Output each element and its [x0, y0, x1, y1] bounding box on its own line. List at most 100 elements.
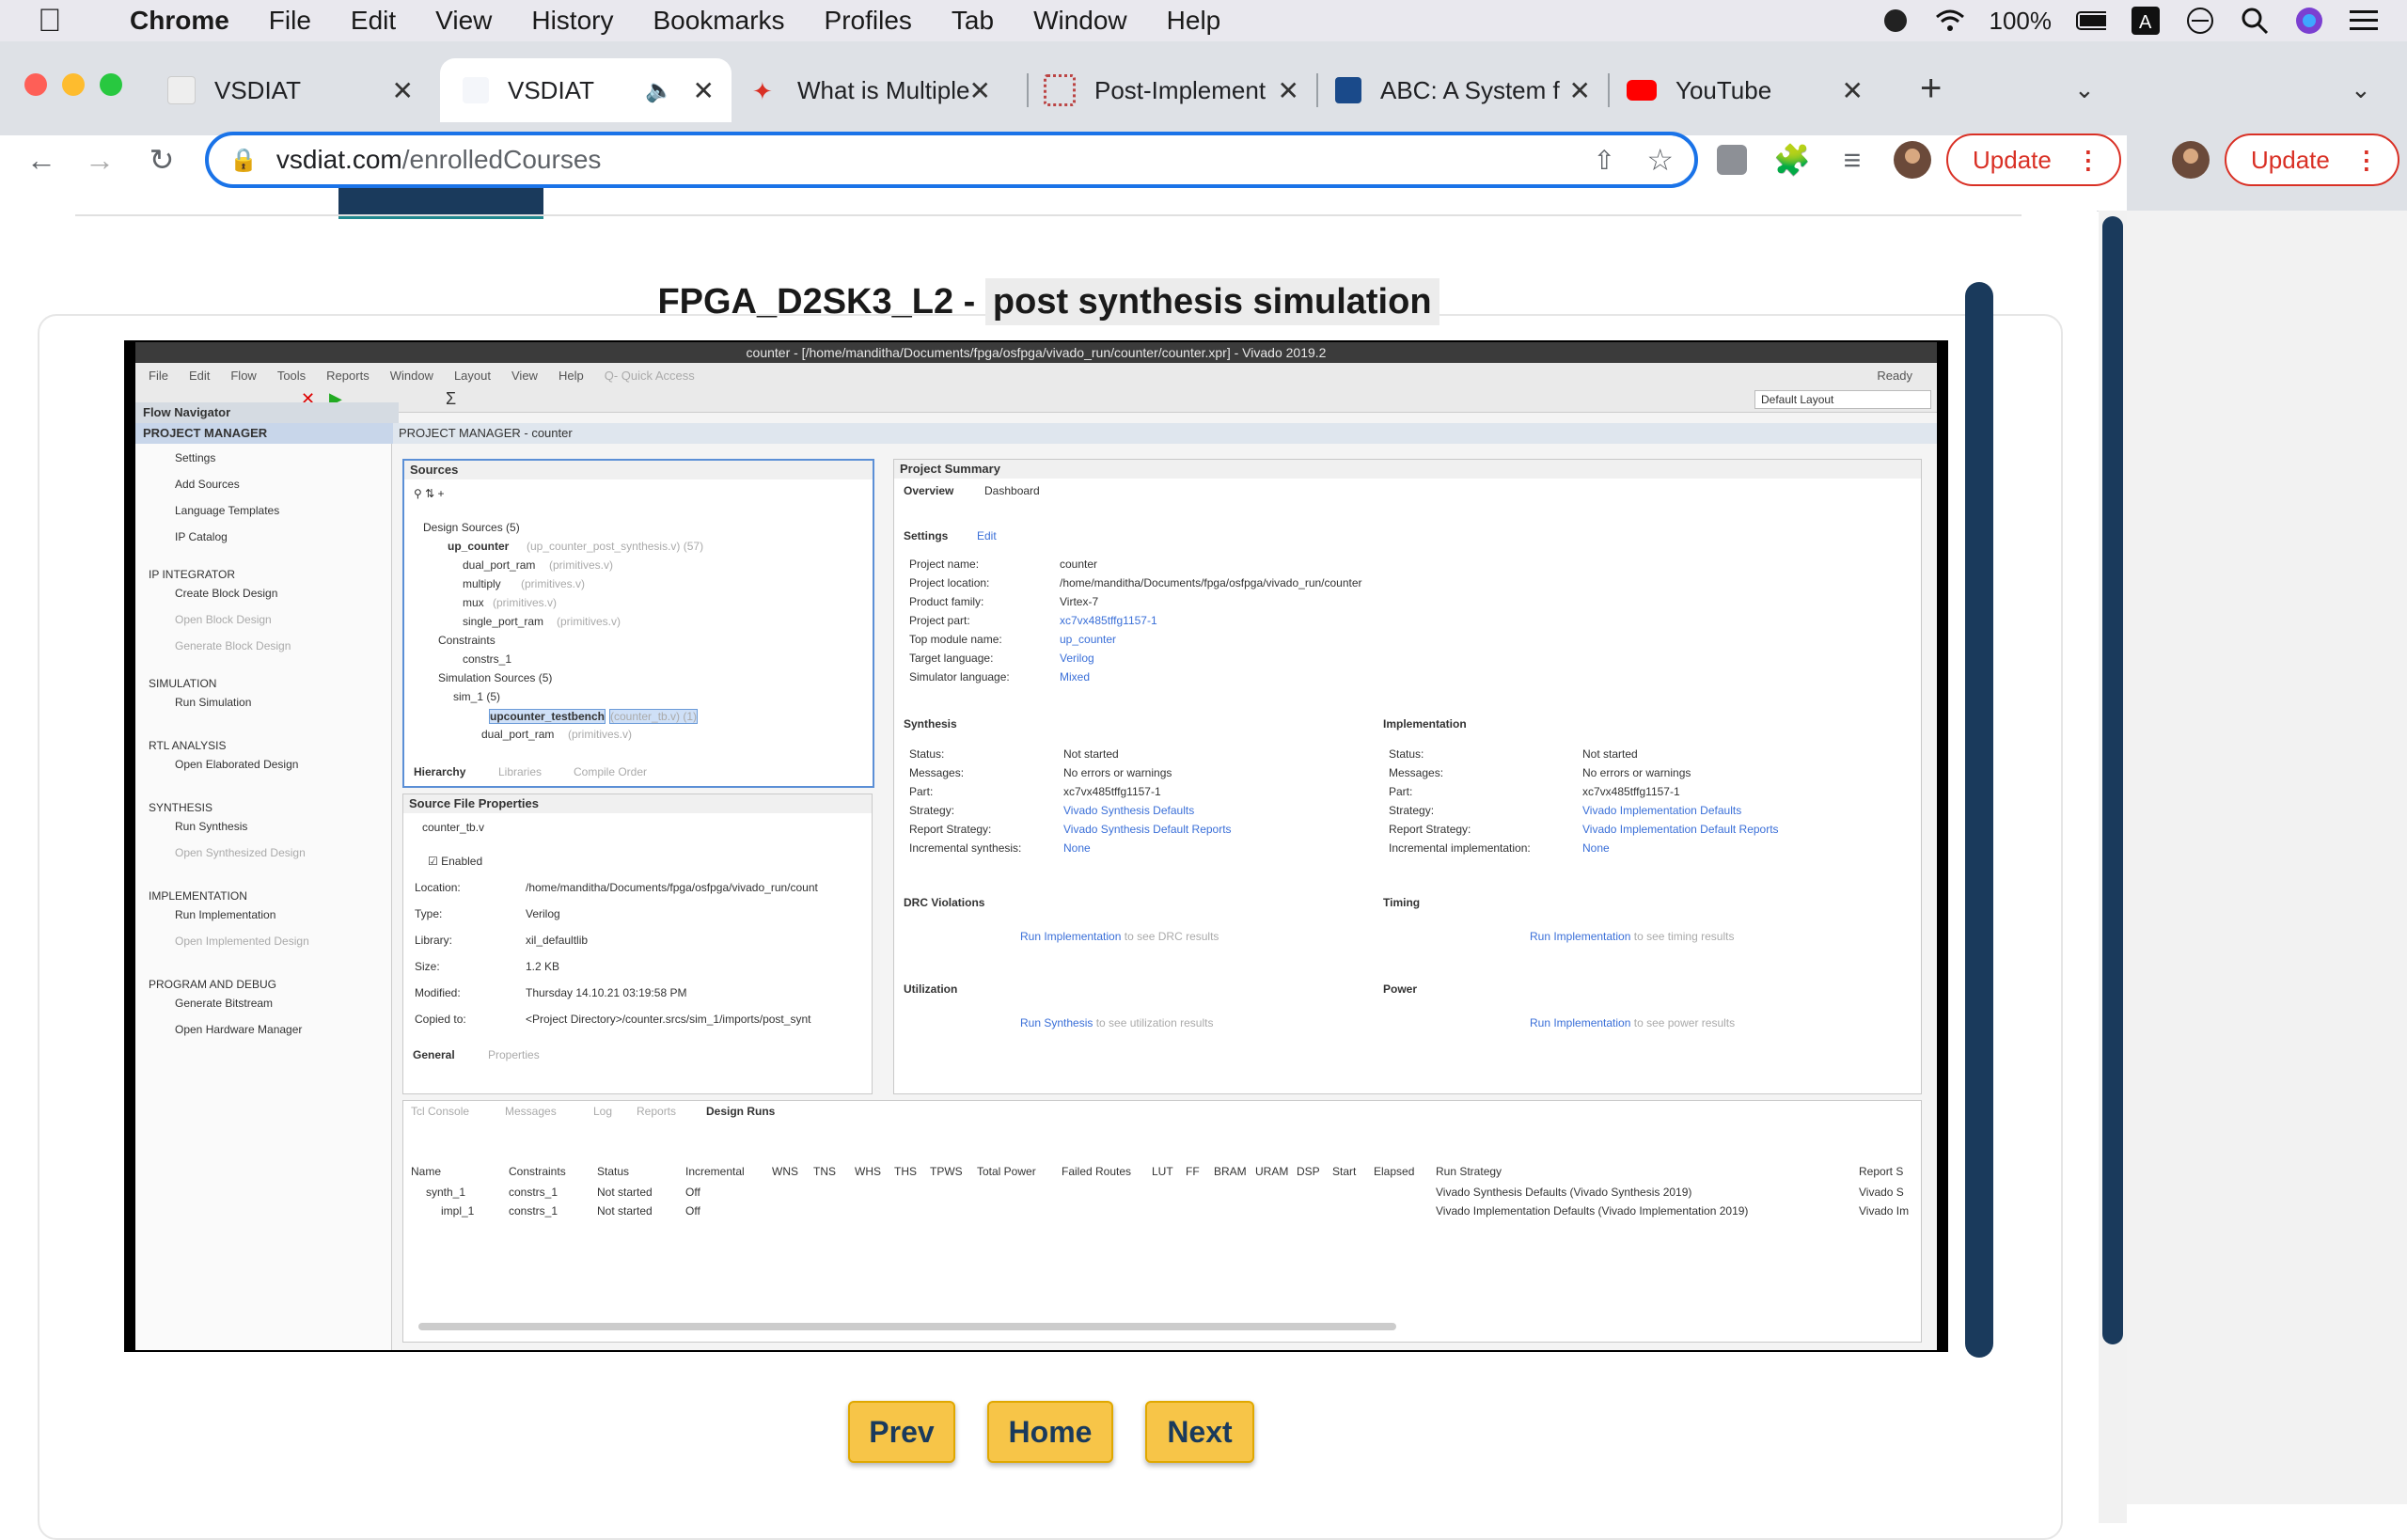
- profile-avatar-2[interactable]: [2172, 141, 2210, 179]
- impl-incremental-link[interactable]: None: [1582, 841, 1610, 855]
- menu-view[interactable]: View: [435, 6, 492, 36]
- extension-icon[interactable]: [1713, 141, 1751, 179]
- fn-language-templates[interactable]: Language Templates: [175, 504, 279, 517]
- vivado-menu-file[interactable]: File: [149, 369, 168, 383]
- fn-run-synthesis[interactable]: Run Synthesis: [175, 820, 247, 833]
- vivado-quick-access[interactable]: Q- Quick Access: [605, 369, 695, 383]
- tab-youtube[interactable]: YouTube ✕: [1627, 58, 1880, 122]
- close-tab-icon[interactable]: ✕: [693, 75, 715, 106]
- settings-edit-link[interactable]: Edit: [977, 529, 997, 542]
- util-run-synthesis-link[interactable]: Run Synthesis: [1020, 1016, 1093, 1029]
- extensions-puzzle-icon[interactable]: 🧩: [1773, 141, 1811, 179]
- input-source-icon[interactable]: A: [2131, 6, 2161, 36]
- fn-generate-block-design[interactable]: Generate Block Design: [175, 639, 291, 652]
- source-single-port-ram[interactable]: single_port_ram: [463, 615, 543, 628]
- synth-report-strategy-link[interactable]: Vivado Synthesis Default Reports: [1063, 823, 1232, 836]
- wifi-icon[interactable]: [1935, 6, 1965, 36]
- fn-section-project-manager[interactable]: PROJECT MANAGER: [135, 423, 399, 444]
- sfp-enabled-checkbox[interactable]: ☑ Enabled: [428, 855, 482, 868]
- sfp-library[interactable]: xil_defaultlib: [526, 934, 588, 947]
- profile-avatar[interactable]: [1894, 141, 1931, 179]
- tab-dashboard[interactable]: Dashboard: [984, 484, 1040, 497]
- tab-general[interactable]: General: [413, 1048, 455, 1061]
- menu-edit[interactable]: Edit: [351, 6, 396, 36]
- top-module-node[interactable]: up_counter: [448, 540, 509, 553]
- vivado-menu-view[interactable]: View: [511, 369, 538, 383]
- menu-history[interactable]: History: [531, 6, 613, 36]
- tab-overview[interactable]: Overview: [904, 484, 953, 497]
- tab-hierarchy[interactable]: Hierarchy: [414, 765, 465, 778]
- reload-icon[interactable]: ↻: [143, 141, 181, 179]
- fn-section-rtl-analysis[interactable]: RTL ANALYSIS: [149, 739, 226, 752]
- control-center-icon[interactable]: [2349, 6, 2379, 36]
- close-tab-icon[interactable]: ✕: [969, 75, 991, 106]
- simulation-sources-node[interactable]: Simulation Sources (5): [438, 671, 552, 684]
- testbench-node[interactable]: upcounter_testbench: [489, 709, 606, 724]
- vivado-menu-flow[interactable]: Flow: [230, 369, 256, 383]
- more-menu-icon[interactable]: ⋮: [2354, 146, 2379, 175]
- tab-vsdiat-1[interactable]: VSDIAT ✕: [167, 58, 431, 122]
- bookmark-star-icon[interactable]: ☆: [1646, 142, 1674, 178]
- vivado-menu-reports[interactable]: Reports: [326, 369, 370, 383]
- battery-icon[interactable]: [2076, 6, 2106, 36]
- back-arrow-icon[interactable]: ←: [23, 141, 60, 179]
- tab-multiple[interactable]: ✦ What is Multiple ✕: [752, 58, 1008, 122]
- fn-section-ip-integrator[interactable]: IP INTEGRATOR: [149, 568, 235, 581]
- evernote-icon[interactable]: [1880, 6, 1911, 36]
- fn-generate-bitstream[interactable]: Generate Bitstream: [175, 997, 273, 1010]
- more-menu-icon[interactable]: ⋮: [2076, 146, 2100, 175]
- menu-bookmarks[interactable]: Bookmarks: [653, 6, 784, 36]
- fn-settings[interactable]: Settings: [175, 451, 215, 464]
- app-menu-chrome[interactable]: Chrome: [130, 6, 229, 36]
- tab-messages[interactable]: Messages: [505, 1105, 557, 1118]
- summary-top-module-link[interactable]: up_counter: [1060, 633, 1116, 646]
- fn-open-synthesized-design[interactable]: Open Synthesized Design: [175, 846, 306, 859]
- design-sources-node[interactable]: Design Sources (5): [423, 521, 520, 534]
- vivado-menu-window[interactable]: Window: [390, 369, 433, 383]
- fn-open-implemented-design[interactable]: Open Implemented Design: [175, 935, 309, 948]
- fn-open-hardware-manager[interactable]: Open Hardware Manager: [175, 1023, 302, 1036]
- menu-profiles[interactable]: Profiles: [825, 6, 912, 36]
- sim-source-dual-port-ram[interactable]: dual_port_ram: [481, 728, 554, 741]
- menu-file[interactable]: File: [269, 6, 311, 36]
- run-name[interactable]: synth_1: [426, 1186, 465, 1199]
- synth-strategy-link[interactable]: Vivado Synthesis Defaults: [1063, 804, 1194, 817]
- constraints-node[interactable]: Constraints: [438, 634, 496, 647]
- tab-compile-order[interactable]: Compile Order: [574, 765, 647, 778]
- vivado-menu-edit[interactable]: Edit: [189, 369, 210, 383]
- constrs-node[interactable]: constrs_1: [463, 652, 511, 666]
- prev-button[interactable]: Prev: [848, 1401, 955, 1463]
- new-tab-icon[interactable]: +: [1920, 68, 1942, 110]
- next-button[interactable]: Next: [1145, 1401, 1254, 1463]
- menu-window[interactable]: Window: [1033, 6, 1127, 36]
- menu-help[interactable]: Help: [1167, 6, 1221, 36]
- tab-design-runs[interactable]: Design Runs: [706, 1105, 775, 1118]
- tab-reports[interactable]: Reports: [637, 1105, 676, 1118]
- fn-open-block-design[interactable]: Open Block Design: [175, 613, 272, 626]
- menu-tab[interactable]: Tab: [952, 6, 994, 36]
- tab-libraries[interactable]: Libraries: [498, 765, 542, 778]
- source-dual-port-ram[interactable]: dual_port_ram: [463, 558, 535, 572]
- sources-search-icon[interactable]: ⚲ ⇅ +: [414, 487, 445, 500]
- tab-post-implement[interactable]: Post-Implement ✕: [1044, 58, 1316, 122]
- forward-arrow-icon[interactable]: →: [81, 141, 118, 179]
- sim1-node[interactable]: sim_1 (5): [453, 690, 500, 703]
- fn-open-elaborated-design[interactable]: Open Elaborated Design: [175, 758, 298, 771]
- summary-language-link[interactable]: Verilog: [1060, 652, 1094, 665]
- close-window-button[interactable]: [24, 73, 47, 96]
- page-scrollbar-thumb[interactable]: [2102, 216, 2123, 1344]
- tab-vsdiat-active[interactable]: VSDIAT 🔈 ✕: [440, 58, 732, 122]
- timing-run-implementation-link[interactable]: Run Implementation: [1530, 930, 1630, 943]
- reading-list-icon[interactable]: ≡: [1833, 141, 1871, 179]
- close-tab-icon[interactable]: ✕: [1842, 75, 1864, 106]
- fn-create-block-design[interactable]: Create Block Design: [175, 587, 277, 600]
- tab-log[interactable]: Log: [593, 1105, 612, 1118]
- fn-run-simulation[interactable]: Run Simulation: [175, 696, 251, 709]
- speaker-icon[interactable]: 🔈: [645, 77, 673, 104]
- home-button[interactable]: Home: [987, 1401, 1113, 1463]
- drc-run-implementation-link[interactable]: Run Implementation: [1020, 930, 1121, 943]
- minimize-window-button[interactable]: [62, 73, 85, 96]
- tab-properties[interactable]: Properties: [488, 1048, 540, 1061]
- tab-abc[interactable]: ABC: A System f ✕: [1335, 58, 1608, 122]
- sfp-type[interactable]: Verilog: [526, 907, 560, 920]
